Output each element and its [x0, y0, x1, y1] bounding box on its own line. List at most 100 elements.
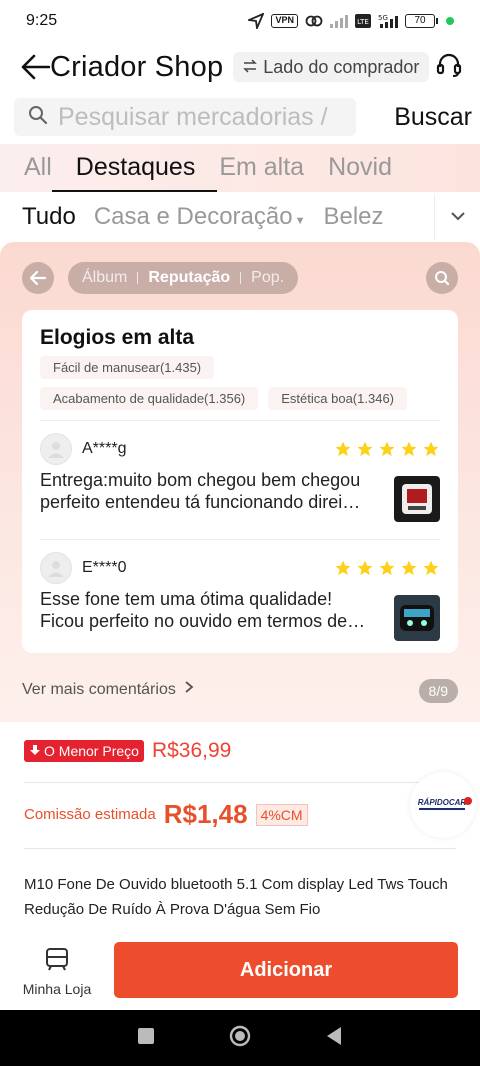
- status-icons: VPN LTE 5G 70: [248, 13, 454, 29]
- notification-dot: [446, 17, 454, 25]
- search-box[interactable]: [14, 98, 356, 136]
- divider: [24, 848, 456, 849]
- signal-icon: [330, 14, 348, 28]
- category-casa-decoracao[interactable]: Casa e Decoração ▼: [94, 203, 306, 231]
- back-icon[interactable]: [325, 1026, 343, 1051]
- swap-icon: [243, 57, 258, 78]
- star-rating: [334, 440, 440, 458]
- praise-chip[interactable]: Fácil de manusear(1.435): [40, 356, 215, 379]
- commission-percent: 4%CM: [255, 803, 308, 826]
- review-photo[interactable]: [394, 595, 440, 641]
- commission-label: Comissão estimada: [24, 806, 156, 823]
- lowest-price-label: O Menor Preço: [44, 743, 139, 759]
- avatar: [40, 433, 72, 465]
- search-button[interactable]: Buscar: [394, 103, 472, 132]
- status-bar: 9:25 VPN LTE 5G 70: [0, 0, 480, 42]
- vpn-badge: VPN: [271, 14, 298, 28]
- expand-categories-button[interactable]: [434, 194, 480, 240]
- my-store-button[interactable]: Minha Loja: [22, 946, 92, 997]
- product-title: M10 Fone De Ouvido bluetooth 5.1 Com dis…: [24, 876, 448, 918]
- reviewer-name: E****0: [82, 559, 127, 576]
- chevron-down-icon: [450, 208, 466, 226]
- star-icon: [335, 560, 351, 576]
- header: Criador Shop Lado do comprador: [0, 42, 480, 92]
- praise-title: Elogios em alta: [40, 326, 195, 349]
- review-search-button[interactable]: [426, 262, 458, 294]
- status-time: 9:25: [26, 12, 58, 29]
- see-more-comments-link[interactable]: Ver mais comentários: [22, 680, 194, 699]
- segment-album[interactable]: Álbum: [82, 269, 127, 287]
- star-icon: [423, 560, 439, 576]
- praise-chips-row: Acabamento de qualidade(1.356) Estética …: [40, 387, 440, 410]
- home-icon[interactable]: [229, 1025, 251, 1052]
- location-icon: [248, 13, 265, 29]
- review-item[interactable]: A****g Entrega:muito bom chegou bem cheg…: [40, 421, 440, 539]
- commission-row: Comissão estimada R$1,48 4%CM: [24, 799, 308, 830]
- commission-value: R$1,48: [163, 799, 248, 829]
- star-icon: [423, 441, 439, 457]
- star-icon: [379, 560, 395, 576]
- praise-card: Elogios em alta Fácil de manusear(1.435)…: [22, 310, 458, 653]
- tab-all[interactable]: All: [24, 144, 52, 192]
- praise-chip[interactable]: Acabamento de qualidade(1.356): [40, 387, 259, 410]
- review-text: Esse fone tem uma ótima qualidade! Ficou…: [40, 589, 366, 631]
- headset-icon[interactable]: [436, 52, 462, 83]
- svg-text:LTE: LTE: [357, 18, 369, 26]
- my-store-label: Minha Loja: [22, 980, 92, 997]
- tab-destaques[interactable]: Destaques: [51, 144, 217, 192]
- buyer-side-label: Lado do comprador: [263, 56, 420, 77]
- add-button[interactable]: Adicionar: [114, 942, 458, 998]
- star-icon: [401, 560, 417, 576]
- praise-chip[interactable]: Estética boa(1.346): [268, 387, 407, 410]
- search-icon: [28, 105, 48, 130]
- image-pager: 8/9: [418, 679, 458, 703]
- store-icon: [44, 946, 70, 975]
- chevron-right-icon: [184, 680, 194, 699]
- recents-icon[interactable]: [137, 1027, 155, 1050]
- review-photo[interactable]: [394, 476, 440, 522]
- back-arrow-icon: [29, 270, 47, 286]
- review-header: E****0: [40, 552, 440, 584]
- review-back-button[interactable]: [22, 262, 54, 294]
- back-arrow-icon[interactable]: [20, 52, 50, 82]
- star-rating: [334, 559, 440, 577]
- link-icon: [305, 14, 323, 28]
- avatar: [40, 552, 72, 584]
- caret-down-icon: ▼: [294, 215, 306, 227]
- buyer-side-toggle[interactable]: Lado do comprador: [233, 52, 430, 82]
- tab-em-alta[interactable]: Em alta: [219, 144, 304, 192]
- brand-logo[interactable]: RÁPIDOCAR: [410, 772, 476, 838]
- tab-novidades[interactable]: Novid: [328, 144, 392, 192]
- battery-indicator: 70: [405, 14, 438, 28]
- see-more-label: Ver mais comentários: [22, 680, 176, 698]
- review-panel: Álbum Reputação Pop. Elogios em alta Fác…: [0, 242, 480, 722]
- segment-reputation[interactable]: Reputação: [148, 269, 230, 287]
- star-icon: [401, 441, 417, 457]
- segment-separator: [240, 272, 242, 284]
- category-tudo[interactable]: Tudo: [22, 203, 76, 231]
- category-label: Casa e Decoração: [93, 203, 293, 230]
- segment-popular[interactable]: Pop.: [251, 269, 284, 287]
- review-header: A****g: [40, 433, 440, 465]
- review-text: Entrega:muito bom chegou bem chegou perf…: [40, 470, 361, 512]
- search-icon: [435, 271, 450, 286]
- divider: [24, 782, 456, 783]
- review-nav: Álbum Reputação Pop.: [22, 260, 458, 296]
- search-row: Buscar: [14, 98, 474, 136]
- segment-separator: [137, 272, 139, 284]
- review-item[interactable]: E****0 Esse fone tem uma ótima qualidade…: [40, 540, 440, 658]
- volte-icon: LTE: [355, 14, 371, 28]
- praise-chips: Fácil de manusear(1.435): [40, 356, 440, 379]
- star-icon: [335, 441, 351, 457]
- 5g-signal-icon: 5G: [378, 14, 398, 28]
- section-tabs: All Destaques Em alta Novid: [0, 144, 480, 192]
- down-arrow-icon: [29, 743, 41, 759]
- search-input[interactable]: [58, 102, 356, 132]
- category-bar: Tudo Casa e Decoração ▼ Belez: [0, 194, 480, 240]
- price-row: O Menor Preço R$36,99: [24, 739, 231, 763]
- review-segment: Álbum Reputação Pop.: [68, 262, 299, 294]
- reviewer-name: A****g: [82, 440, 127, 457]
- star-icon: [357, 560, 373, 576]
- system-nav-bar: [0, 1010, 480, 1066]
- category-beleza[interactable]: Belez: [323, 203, 383, 231]
